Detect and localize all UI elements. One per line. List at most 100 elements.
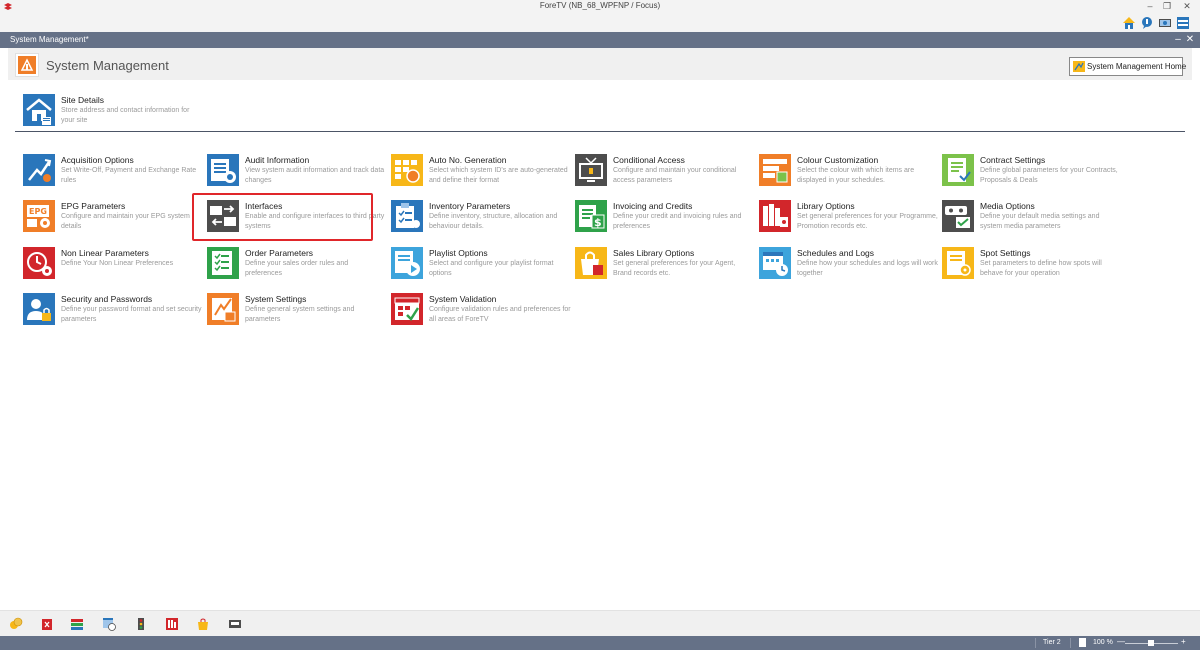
zoom-in-button[interactable]: + — [1181, 637, 1186, 646]
conditional-access-title: Conditional Access — [613, 155, 685, 165]
interfaces-option[interactable]: Interfaces Enable and configure interfac… — [207, 200, 387, 242]
invoicing-and-credits-title: Invoicing and Credits — [613, 201, 693, 211]
media-options-title: Media Options — [980, 201, 1035, 211]
page-header: System Management System Management Home — [8, 48, 1192, 80]
zoom-slider-thumb[interactable] — [1148, 640, 1154, 646]
invoicing-and-credits-desc: Define your credit and invoicing rules a… — [613, 213, 742, 230]
system-settings-title: System Settings — [245, 294, 307, 304]
status-bar: Tier 2 100 % — + — [0, 636, 1200, 650]
books-icon[interactable] — [70, 617, 84, 631]
non-linear-parameters-desc: Define Your Non Linear Preferences — [61, 260, 174, 267]
module-minimize-button[interactable]: – — [1172, 33, 1184, 47]
acquisition-options-option[interactable]: Acquisition Options Set Write-Off, Payme… — [23, 154, 203, 196]
sales-library-options-title: Sales Library Options — [613, 248, 695, 258]
interfaces-icon — [207, 200, 239, 232]
security-and-passwords-desc: Define your password format and set secu… — [61, 306, 202, 323]
inventory-parameters-icon — [391, 200, 423, 232]
schedules-and-logs-desc: Define how your schedules and logs will … — [797, 260, 938, 277]
security-and-passwords-title: Security and Passwords — [61, 294, 153, 304]
status-separator — [1035, 638, 1036, 648]
quick-toolbar — [0, 14, 1200, 32]
auto-no-generation-icon — [391, 154, 423, 186]
site-details-title: Site Details — [61, 95, 104, 105]
conditional-access-option[interactable]: Conditional Access Configure and maintai… — [575, 154, 755, 196]
site-details-option[interactable]: Site Details Store address and contact i… — [23, 94, 203, 136]
media-options-desc: Define your default media settings and s… — [980, 213, 1100, 230]
contract-settings-option[interactable]: Contract Settings Define global paramete… — [942, 154, 1122, 196]
invoicing-and-credits-icon: $ — [575, 200, 607, 232]
playlist-options-desc: Select and configure your playlist forma… — [429, 260, 554, 277]
page-title: System Management — [46, 58, 169, 73]
panel-icon[interactable] — [1176, 16, 1190, 30]
media-options-option[interactable]: Media Options Define your default media … — [942, 200, 1122, 242]
invoicing-and-credits-option[interactable]: $ Invoicing and Credits Define your cred… — [575, 200, 755, 242]
auto-no-generation-title: Auto No. Generation — [429, 155, 507, 165]
non-linear-parameters-option[interactable]: Non Linear Parameters Define Your Non Li… — [23, 247, 203, 289]
epg-parameters-desc: Configure and maintain your EPG system d… — [61, 213, 190, 230]
system-validation-title: System Validation — [429, 294, 497, 304]
module-tab-title: System Management* — [10, 35, 89, 44]
schedules-and-logs-title: Schedules and Logs — [797, 248, 875, 258]
home-icon[interactable] — [1122, 16, 1136, 30]
sales-library-options-icon — [575, 247, 607, 279]
interfaces-desc: Enable and configure interfaces to third… — [245, 213, 385, 230]
schedules-and-logs-option[interactable]: Schedules and Logs Define how your sched… — [759, 247, 939, 289]
shopping-bag-icon[interactable] — [196, 617, 210, 631]
system-validation-icon — [391, 293, 423, 325]
media-options-icon — [942, 200, 974, 232]
schedules-and-logs-icon — [759, 247, 791, 279]
auto-no-generation-option[interactable]: Auto No. Generation Select which system … — [391, 154, 571, 196]
epg-parameters-title: EPG Parameters — [61, 201, 126, 211]
acquisition-options-icon — [23, 154, 55, 186]
contract-settings-title: Contract Settings — [980, 155, 1046, 165]
site-details-desc: Store address and contact information fo… — [61, 107, 190, 124]
colour-customization-option[interactable]: Colour Customization Select the colour w… — [759, 154, 939, 196]
order-parameters-option[interactable]: Order Parameters Define your sales order… — [207, 247, 387, 289]
coins-icon[interactable] — [9, 617, 23, 631]
zoom-level: 100 % — [1093, 639, 1113, 646]
security-and-passwords-icon — [23, 293, 55, 325]
audit-information-icon — [207, 154, 239, 186]
site-details-icon — [23, 94, 55, 126]
page-icon — [1079, 638, 1086, 647]
home-button-label: System Management Home — [1087, 62, 1187, 71]
delete-icon[interactable] — [40, 617, 54, 631]
playlist-options-option[interactable]: Playlist Options Select and configure yo… — [391, 247, 571, 289]
spot-settings-option[interactable]: Spot Settings Set parameters to define h… — [942, 247, 1122, 289]
system-validation-option[interactable]: System Validation Configure validation r… — [391, 293, 571, 335]
contract-settings-icon — [942, 154, 974, 186]
sales-library-options-option[interactable]: Sales Library Options Set general prefer… — [575, 247, 755, 289]
display-icon[interactable] — [1158, 16, 1172, 30]
module-taskbar — [0, 610, 1200, 636]
playlist-options-icon — [391, 247, 423, 279]
epg-parameters-option[interactable]: EPG EPG Parameters Configure and maintai… — [23, 200, 203, 242]
colour-customization-title: Colour Customization — [797, 155, 879, 165]
system-settings-icon — [207, 293, 239, 325]
window-minimize-button[interactable]: – — [1143, 0, 1157, 13]
traffic-light-icon[interactable] — [134, 617, 148, 631]
system-management-home-button[interactable]: System Management Home — [1069, 57, 1187, 76]
window-restore-button[interactable]: ❐ — [1160, 0, 1174, 13]
audit-information-desc: View system audit information and track … — [245, 167, 385, 184]
colour-customization-desc: Select the colour with which items are d… — [797, 167, 915, 184]
acquisition-options-title: Acquisition Options — [61, 155, 134, 165]
chat-icon[interactable] — [1140, 16, 1154, 30]
pencil-chart-icon — [1073, 61, 1085, 72]
module-close-button[interactable]: ✕ — [1184, 33, 1196, 47]
system-settings-option[interactable]: System Settings Define general system se… — [207, 293, 387, 335]
window-title: ForeTV (NB_68_WPFNP / Focus) — [539, 1, 661, 10]
inventory-parameters-title: Inventory Parameters — [429, 201, 511, 211]
svg-text:EPG: EPG — [29, 207, 47, 216]
library-options-icon — [759, 200, 791, 232]
window-close-button[interactable]: ✕ — [1180, 0, 1194, 13]
inventory-parameters-option[interactable]: Inventory Parameters Define inventory, s… — [391, 200, 571, 242]
media-tape-icon[interactable] — [228, 617, 242, 631]
calendar-clock-icon[interactable] — [102, 617, 116, 631]
library-icon[interactable] — [165, 617, 179, 631]
library-options-option[interactable]: Library Options Set general preferences … — [759, 200, 939, 242]
colour-customization-icon — [759, 154, 791, 186]
audit-information-option[interactable]: Audit Information View system audit info… — [207, 154, 387, 196]
epg-parameters-icon: EPG — [23, 200, 55, 232]
security-and-passwords-option[interactable]: Security and Passwords Define your passw… — [23, 293, 203, 335]
zoom-out-button[interactable]: — — [1117, 637, 1125, 646]
